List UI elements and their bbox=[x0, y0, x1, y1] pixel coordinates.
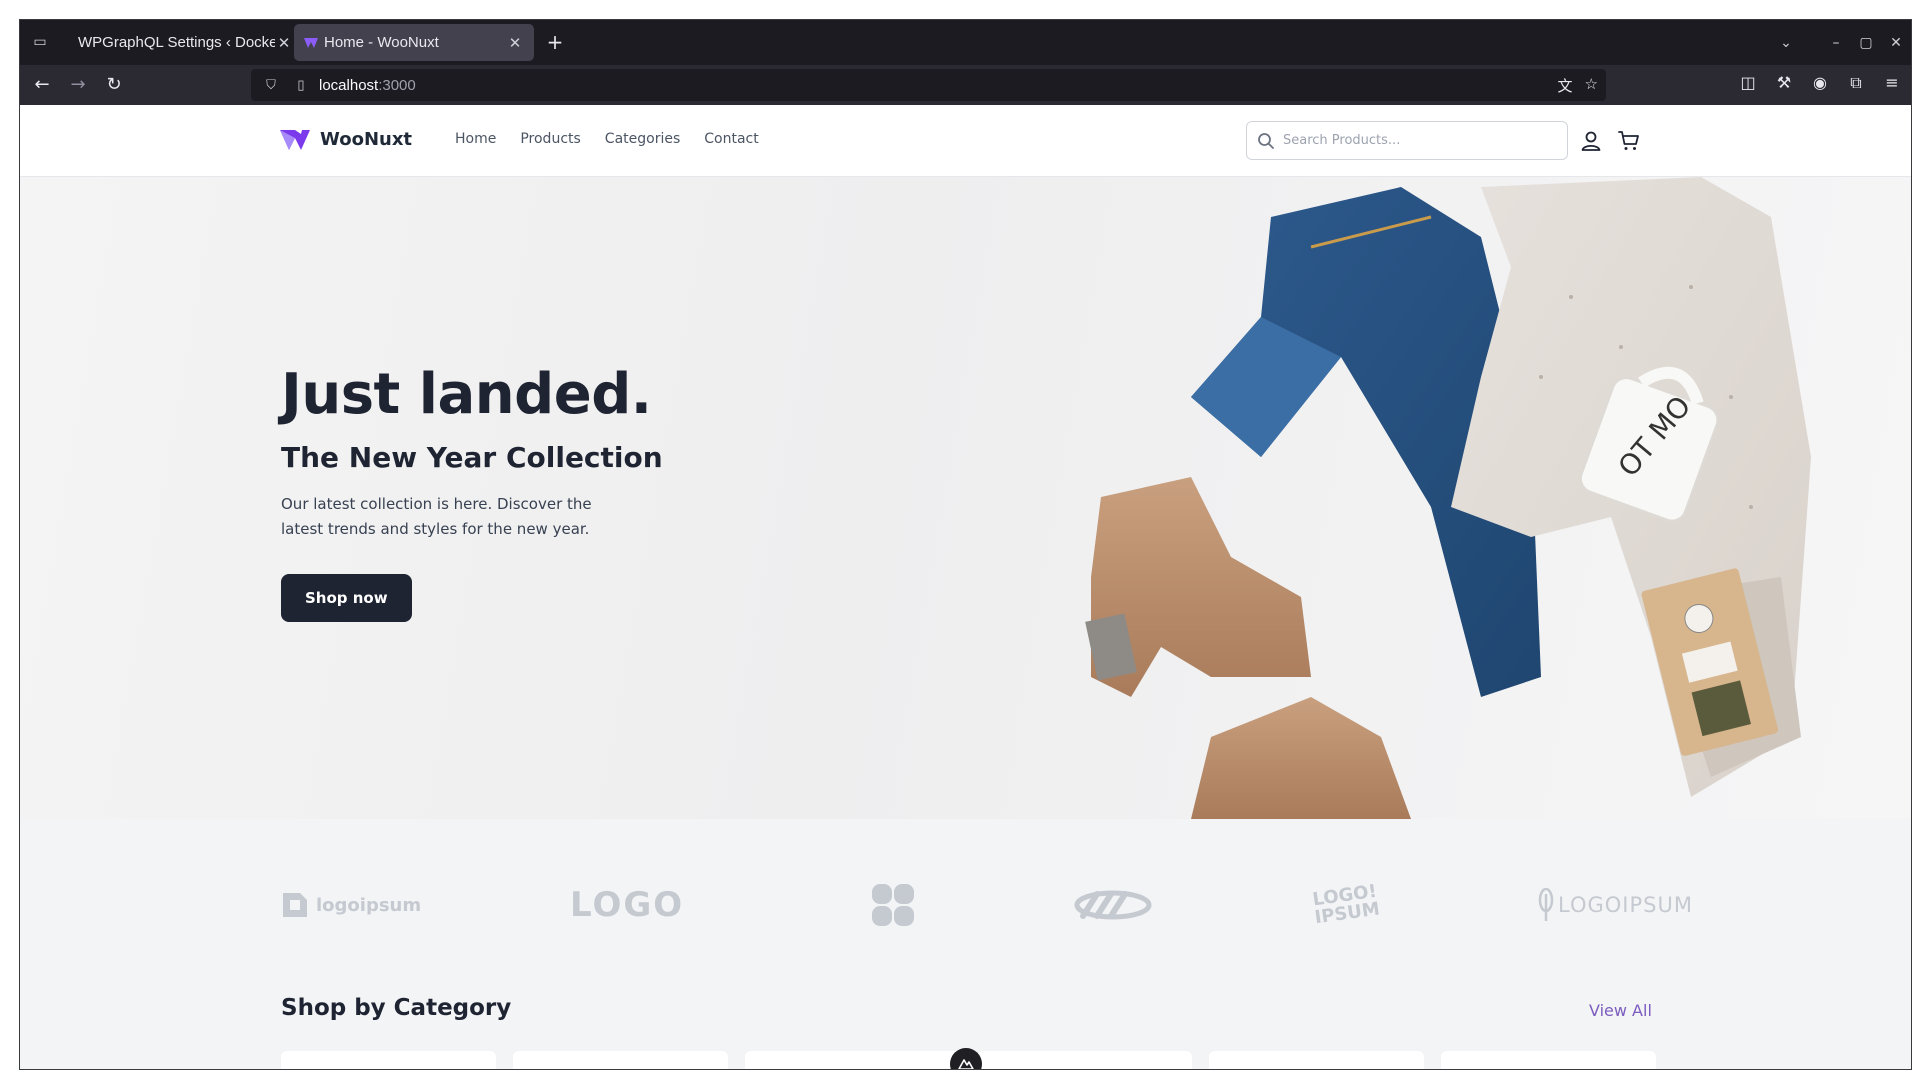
url-bar[interactable]: ⛉ ▯ localhost:3000 文 ☆ bbox=[251, 69, 1606, 101]
category-card[interactable] bbox=[281, 1051, 496, 1069]
page-icon: ▯ bbox=[297, 77, 305, 92]
brand-label: logoipsum bbox=[316, 894, 422, 916]
bookmark-star-icon[interactable]: ☆ bbox=[1585, 75, 1598, 96]
url-host: localhost bbox=[319, 76, 379, 94]
close-tab-icon[interactable]: ✕ bbox=[506, 34, 524, 52]
category-card[interactable] bbox=[1441, 1051, 1656, 1069]
nuxt-devtools-icon bbox=[958, 1059, 974, 1069]
brand-logo-feather[interactable]: LOGOIPSUM bbox=[1538, 875, 1693, 935]
woonuxt-logo-icon bbox=[280, 129, 310, 150]
search-input[interactable] bbox=[1283, 133, 1553, 148]
search-icon bbox=[1258, 132, 1274, 149]
brand-name: WooNuxt bbox=[320, 129, 413, 150]
close-window-icon[interactable]: ✕ bbox=[1881, 35, 1911, 51]
forward-arrow-icon[interactable]: → bbox=[66, 73, 90, 97]
hero-headline: Just landed. bbox=[281, 362, 652, 427]
browser-toolbar: ← → ↻ ⛉ ▯ localhost:3000 文 ☆ ◫ ⚒ ◉ ⧉ ≡ bbox=[20, 65, 1911, 105]
url-port: :3000 bbox=[378, 76, 416, 94]
site-header: WooNuxt Home Products Categories Contact bbox=[20, 105, 1911, 177]
site-logo[interactable]: WooNuxt bbox=[280, 129, 412, 150]
back-arrow-icon[interactable]: ← bbox=[30, 73, 54, 97]
pocket-icon[interactable]: ◫ bbox=[1737, 73, 1759, 93]
tab-wpgraphql-settings[interactable]: WPGraphQL Settings ‹ Docke ✕ bbox=[68, 24, 303, 61]
web-page: WooNuxt Home Products Categories Contact bbox=[20, 105, 1911, 1069]
brand-logo-logo[interactable]: LOGO bbox=[570, 875, 684, 935]
hero-description: Our latest collection is here. Discover … bbox=[281, 495, 592, 538]
view-all-link[interactable]: View All bbox=[1589, 1001, 1652, 1020]
main-nav: Home Products Categories Contact bbox=[455, 131, 759, 147]
hero-clothing-illustration: OT MO bbox=[1085, 177, 1811, 819]
chevron-down-icon[interactable]: ⌄ bbox=[1771, 35, 1801, 51]
minimize-icon[interactable]: – bbox=[1821, 35, 1851, 51]
toolbar-right-icons: ◫ ⚒ ◉ ⧉ ≡ bbox=[1737, 73, 1903, 93]
infinity-logo-icon bbox=[1074, 890, 1152, 920]
tab-title: Home - WooNuxt bbox=[324, 34, 439, 51]
account-icon[interactable]: ◉ bbox=[1809, 73, 1831, 93]
category-card[interactable] bbox=[1209, 1051, 1424, 1069]
hero-banner: OT MO Just landed. The New Year Collecti… bbox=[20, 177, 1911, 819]
tab-title: WPGraphQL Settings ‹ Docke bbox=[78, 34, 275, 51]
hero-text: Just landed. The New Year Collection Our… bbox=[281, 362, 663, 622]
hero-subheadline: The New Year Collection bbox=[281, 441, 663, 474]
translate-icon[interactable]: 文 bbox=[1558, 75, 1573, 96]
shop-by-category-heading: Shop by Category bbox=[281, 995, 512, 1021]
category-card[interactable] bbox=[977, 1051, 1192, 1069]
tab-list-icon[interactable]: ▭ bbox=[30, 32, 50, 52]
browser-window: ▭ WPGraphQL Settings ‹ Docke ✕ Home - Wo… bbox=[19, 19, 1912, 1070]
maximize-icon[interactable]: ▢ bbox=[1851, 35, 1881, 51]
nav-home[interactable]: Home bbox=[455, 131, 496, 147]
window-controls: ⌄ – ▢ ✕ bbox=[1771, 20, 1911, 65]
wrench-icon[interactable]: ⚒ bbox=[1773, 73, 1795, 93]
logo-wordmark: LOGO bbox=[570, 885, 685, 925]
category-card[interactable] bbox=[513, 1051, 728, 1069]
new-tab-icon[interactable]: + bbox=[544, 32, 566, 54]
clover-logo-icon bbox=[872, 884, 914, 926]
close-tab-icon[interactable]: ✕ bbox=[275, 34, 293, 52]
woonuxt-favicon-icon bbox=[304, 37, 318, 48]
user-account-icon[interactable] bbox=[1579, 129, 1603, 153]
category-card[interactable] bbox=[745, 1051, 960, 1069]
extensions-icon[interactable]: ⧉ bbox=[1845, 73, 1867, 93]
menu-icon[interactable]: ≡ bbox=[1881, 73, 1903, 93]
brand-logo-clover[interactable] bbox=[870, 875, 916, 935]
search-box bbox=[1246, 121, 1568, 160]
brand-logo-infinity[interactable] bbox=[1073, 875, 1153, 935]
brand-logo-logoipsum[interactable]: logoipsum bbox=[280, 875, 421, 935]
feather-logo-icon bbox=[1538, 888, 1554, 921]
nav-contact[interactable]: Contact bbox=[704, 131, 758, 147]
tab-home-woonuxt[interactable]: Home - WooNuxt ✕ bbox=[294, 24, 534, 61]
brand-label: LOGOIPSUM bbox=[1558, 893, 1693, 917]
tab-bar: ▭ WPGraphQL Settings ‹ Docke ✕ Home - Wo… bbox=[20, 20, 1911, 65]
reload-icon[interactable]: ↻ bbox=[102, 73, 126, 97]
nav-categories[interactable]: Categories bbox=[605, 131, 680, 147]
nav-products[interactable]: Products bbox=[520, 131, 580, 147]
brand-logo-sticker[interactable]: LOGO! IPSUM bbox=[1310, 875, 1382, 935]
nuxt-devtools-button[interactable] bbox=[950, 1048, 982, 1069]
shop-now-button[interactable]: Shop now bbox=[281, 574, 412, 622]
cart-icon[interactable] bbox=[1617, 129, 1641, 153]
brand-logo-strip: logoipsum LOGO LOGO! IPSUM LOGOIPSUM bbox=[280, 875, 1692, 935]
square-logo-icon bbox=[283, 893, 307, 917]
shield-icon[interactable]: ⛉ bbox=[261, 75, 281, 95]
sticker-logo: LOGO! IPSUM bbox=[1311, 880, 1382, 929]
